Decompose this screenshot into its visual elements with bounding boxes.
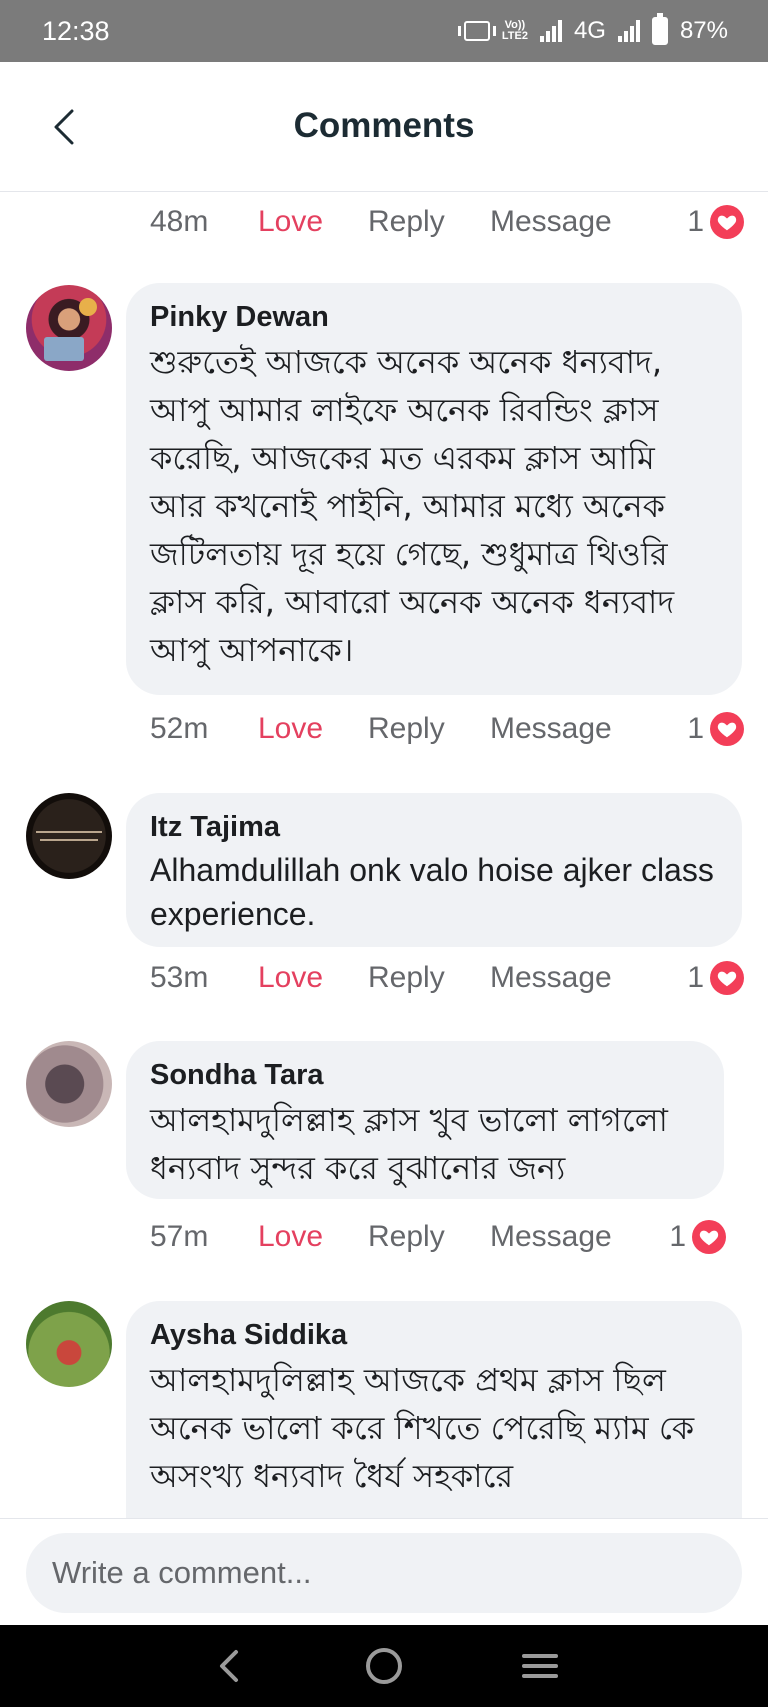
status-bar: 12:38 Vo)) LTE2 4G 87% <box>0 0 768 62</box>
comment-author[interactable]: Pinky Dewan <box>150 301 716 334</box>
comment-time: 53m <box>150 961 209 994</box>
love-button[interactable]: Love <box>258 205 368 239</box>
comment-text: আলহামদুলিল্লাহ আজকে প্রথম ক্লাস ছিল অনেক… <box>150 1361 695 1495</box>
volte-icon: Vo)) LTE2 <box>501 19 528 42</box>
love-button[interactable]: Love <box>258 712 368 746</box>
comment-text: শুরুতেই আজকে অনেক অনেক ধন্যবাদ, আপু আমার… <box>150 343 675 669</box>
comment-text: আলহামদুলিল্লাহ ক্লাস খুব ভালো লাগলো ধন্য… <box>150 1101 668 1187</box>
comment-author[interactable]: Aysha Siddika <box>150 1319 716 1352</box>
comment-actions: 53m Love Reply Message 1 <box>150 953 744 1003</box>
status-icons: Vo)) LTE2 4G 87% <box>457 13 728 45</box>
home-circle-icon <box>366 1648 402 1684</box>
signal-icon <box>539 20 562 42</box>
system-nav-bar <box>0 1625 768 1707</box>
reaction-count-number: 1 <box>687 961 704 994</box>
comment-bubble[interactable]: Sondha Tara আলহামদুলিল্লাহ ক্লাস খুব ভাল… <box>126 1041 724 1199</box>
battery-level: 87% <box>679 17 728 44</box>
love-button[interactable]: Love <box>258 961 368 995</box>
avatar[interactable] <box>26 793 112 879</box>
comment-composer: Write a comment... <box>0 1518 768 1625</box>
reply-button[interactable]: Reply <box>368 961 490 995</box>
heart-icon <box>710 712 744 746</box>
message-button[interactable]: Message <box>490 1220 660 1254</box>
reply-button[interactable]: Reply <box>368 1220 490 1254</box>
comment-author[interactable]: Itz Tajima <box>150 811 716 844</box>
reaction-count-number: 1 <box>669 1220 686 1253</box>
nav-home-button[interactable] <box>354 1636 414 1696</box>
menu-icon <box>522 1654 558 1678</box>
comment-author[interactable]: Sondha Tara <box>150 1059 698 1092</box>
avatar[interactable] <box>26 285 112 371</box>
comment-input[interactable]: Write a comment... <box>26 1533 742 1613</box>
status-time: 12:38 <box>42 15 110 46</box>
comment-actions: 48m Love Reply Message 1 <box>150 197 744 247</box>
message-button[interactable]: Message <box>490 205 660 239</box>
battery-icon <box>651 13 668 45</box>
network-type: 4G <box>573 17 606 44</box>
reaction-count[interactable]: 1 <box>687 205 744 239</box>
comments-list: 48m Love Reply Message 1 Pinky Dewan শুর… <box>0 193 768 1518</box>
heart-icon <box>710 961 744 995</box>
header: Comments <box>0 62 768 192</box>
vibrate-icon <box>457 21 496 41</box>
love-button[interactable]: Love <box>258 1220 368 1254</box>
comment-bubble[interactable]: Aysha Siddika আলহামদুলিল্লাহ আজকে প্রথম … <box>126 1301 742 1518</box>
reaction-count[interactable]: 1 <box>687 712 744 746</box>
nav-menu-button[interactable] <box>510 1636 570 1696</box>
comment-time: 57m <box>150 1220 209 1253</box>
nav-back-button[interactable] <box>198 1636 258 1696</box>
comment-actions: 57m Love Reply Message 1 <box>150 1212 744 1262</box>
reply-button[interactable]: Reply <box>368 712 490 746</box>
reaction-count-number: 1 <box>687 205 704 238</box>
comment-bubble[interactable]: Pinky Dewan শুরুতেই আজকে অনেক অনেক ধন্যব… <box>126 283 742 695</box>
reaction-count[interactable]: 1 <box>687 961 744 995</box>
heart-icon <box>692 1220 726 1254</box>
page-title: Comments <box>293 106 475 145</box>
comment-time: 48m <box>150 205 209 238</box>
comment-actions: 52m Love Reply Message 1 <box>150 704 744 754</box>
heart-icon <box>710 205 744 239</box>
avatar[interactable] <box>26 1301 112 1387</box>
signal-icon-2 <box>617 20 640 42</box>
reaction-count-number: 1 <box>687 712 704 745</box>
back-arrow-icon <box>220 1650 238 1682</box>
avatar[interactable] <box>26 1041 112 1127</box>
message-button[interactable]: Message <box>490 712 660 746</box>
comment-text: Alhamdulillah onk valo hoise ajker class… <box>150 852 714 932</box>
message-button[interactable]: Message <box>490 961 660 995</box>
comment-bubble[interactable]: Itz Tajima Alhamdulillah onk valo hoise … <box>126 793 742 947</box>
reaction-count[interactable]: 1 <box>669 1220 726 1254</box>
reply-button[interactable]: Reply <box>368 205 490 239</box>
comment-time: 52m <box>150 712 209 745</box>
